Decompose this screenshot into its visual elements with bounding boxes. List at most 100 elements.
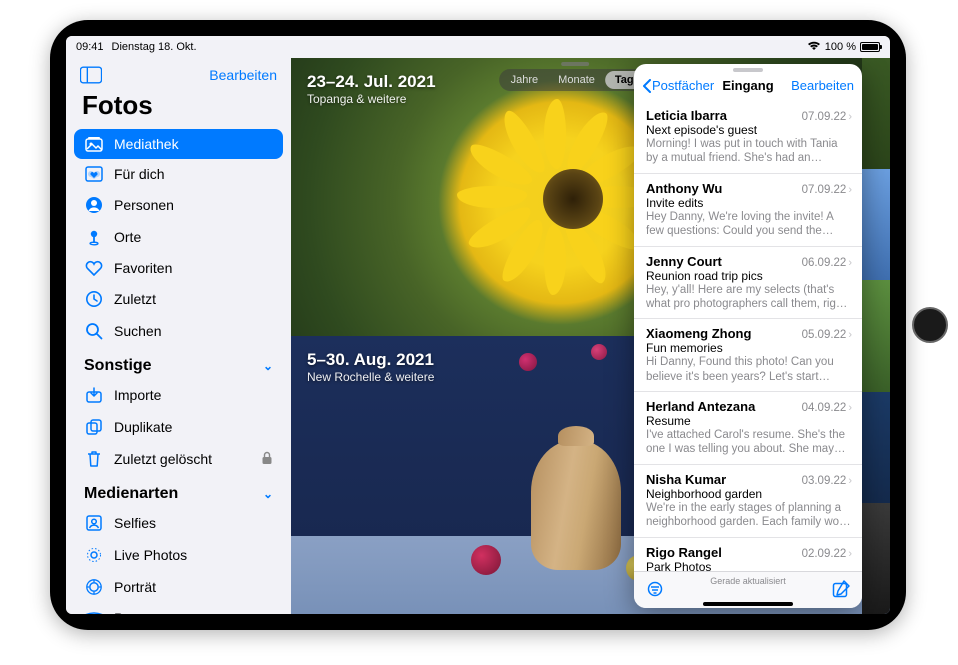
- mail-row[interactable]: Herland Antezana04.09.22›ResumeI've atta…: [634, 392, 862, 465]
- mail-slideover: Postfächer Eingang Bearbeiten Leticia Ib…: [634, 64, 862, 608]
- segment-years[interactable]: Jahre: [501, 71, 549, 89]
- photo-thumb[interactable]: [862, 169, 890, 280]
- library-icon: [84, 136, 104, 152]
- portrait-icon: [84, 578, 104, 596]
- status-date: Dienstag 18. Okt.: [112, 41, 197, 53]
- lock-icon: [261, 451, 273, 468]
- mail-row[interactable]: Jenny Court06.09.22›Reunion road trip pi…: [634, 247, 862, 320]
- home-button[interactable]: [912, 307, 948, 343]
- sidebar-item-favoriten[interactable]: Favoriten: [74, 253, 283, 283]
- photo-block-dates: 23–24. Jul. 2021: [307, 72, 436, 92]
- photo-thumb[interactable]: [862, 58, 890, 169]
- sidebar-item-label: Suchen: [114, 323, 161, 339]
- section-sonstige-label: Sonstige: [84, 357, 152, 375]
- duplicate-icon: [84, 418, 104, 436]
- foryou-icon: [84, 166, 104, 182]
- mail-row[interactable]: Anthony Wu07.09.22›Invite editsHey Danny…: [634, 174, 862, 247]
- mail-back-label: Postfächer: [652, 78, 714, 93]
- places-icon: [84, 228, 104, 246]
- sidebar-item-label: Für dich: [114, 166, 165, 182]
- sidebar-item-zuletzt[interactable]: Zuletzt: [74, 283, 283, 315]
- panorama-icon: [84, 612, 104, 614]
- sidebar-item-label: Porträt: [114, 579, 156, 595]
- sidebar-item-duplikate[interactable]: Duplikate: [74, 411, 283, 443]
- photo-block-dates: 5–30. Aug. 2021: [307, 350, 434, 370]
- section-medienarten[interactable]: Medienarten ⌄: [74, 475, 283, 507]
- sidebar-item-label: Personen: [114, 197, 174, 213]
- sidebar-edit-button[interactable]: Bearbeiten: [209, 67, 277, 83]
- mail-list[interactable]: Leticia Ibarra07.09.22›Next episode's gu…: [634, 101, 862, 571]
- mail-back-button[interactable]: Postfächer: [642, 78, 722, 93]
- sidebar-item-porträt[interactable]: Porträt: [74, 571, 283, 603]
- live-icon: [84, 546, 104, 564]
- mail-sender: Nisha Kumar: [646, 472, 796, 487]
- time-filter: Jahre Monate Tage: [499, 62, 652, 91]
- chevron-right-icon: ›: [846, 548, 852, 560]
- photo-strip: [862, 58, 890, 614]
- sidebar-item-panoramen[interactable]: Panoramen: [74, 603, 283, 614]
- chevron-right-icon: ›: [846, 257, 852, 269]
- mail-date: 03.09.22: [796, 475, 847, 487]
- sidebar-item-orte[interactable]: Orte: [74, 221, 283, 253]
- mail-subject: Fun memories: [646, 341, 852, 355]
- sidebar-item-label: Selfies: [114, 515, 156, 531]
- mail-date: 07.09.22: [796, 184, 847, 196]
- home-indicator[interactable]: [703, 602, 793, 606]
- sidebar-item-label: Zuletzt gelöscht: [114, 451, 212, 467]
- mail-subject: Neighborhood garden: [646, 487, 852, 501]
- photo-thumb[interactable]: [862, 392, 890, 503]
- sidebar-item-mediathek[interactable]: Mediathek: [74, 129, 283, 159]
- segment-months[interactable]: Monate: [548, 71, 605, 89]
- mail-subject: Invite edits: [646, 196, 852, 210]
- battery-percentage: 100 %: [825, 41, 856, 53]
- mail-row[interactable]: Leticia Ibarra07.09.22›Next episode's gu…: [634, 101, 862, 174]
- sidebar-item-label: Panoramen: [114, 610, 186, 614]
- chevron-right-icon: ›: [846, 111, 852, 123]
- mail-row[interactable]: Xiaomeng Zhong05.09.22›Fun memoriesHi Da…: [634, 319, 862, 392]
- mail-sender: Herland Antezana: [646, 399, 796, 414]
- photos-content: 23–24. Jul. 2021 Topanga & weitere 5–30.…: [291, 58, 890, 614]
- sidebar-title: Fotos: [74, 90, 283, 129]
- heart-icon: [84, 260, 104, 276]
- clock-icon: [84, 290, 104, 308]
- status-time: 09:41: [76, 41, 104, 53]
- section-sonstige[interactable]: Sonstige ⌄: [74, 347, 283, 379]
- mail-toolbar: Gerade aktualisiert: [634, 571, 862, 608]
- section-medienarten-label: Medienarten: [84, 485, 178, 503]
- mail-sender: Rigo Rangel: [646, 545, 796, 560]
- mail-subject: Resume: [646, 414, 852, 428]
- sidebar-item-importe[interactable]: Importe: [74, 379, 283, 411]
- sidebar-item-zuletzt-gelöscht[interactable]: Zuletzt gelöscht: [74, 443, 283, 475]
- mail-row[interactable]: Nisha Kumar03.09.22›Neighborhood gardenW…: [634, 465, 862, 538]
- wifi-icon: [807, 40, 821, 54]
- mail-sender: Xiaomeng Zhong: [646, 326, 796, 341]
- mail-sender: Jenny Court: [646, 254, 796, 269]
- mail-subject: Park Photos: [646, 560, 852, 572]
- mail-subject: Next episode's guest: [646, 123, 852, 137]
- mail-date: 07.09.22: [796, 111, 847, 123]
- mail-row[interactable]: Rigo Rangel02.09.22›Park Photos: [634, 538, 862, 572]
- chevron-right-icon: ›: [846, 402, 852, 414]
- sidebar-item-selfies[interactable]: Selfies: [74, 507, 283, 539]
- mail-preview: Hey Danny, We're loving the invite! A fe…: [646, 210, 852, 239]
- mail-date: 02.09.22: [796, 548, 847, 560]
- mail-date: 04.09.22: [796, 402, 847, 414]
- mail-sender: Leticia Ibarra: [646, 108, 796, 123]
- photo-thumb[interactable]: [862, 503, 890, 614]
- mail-preview: Hey, y'all! Here are my selects (that's …: [646, 283, 852, 312]
- sidebar-item-live-photos[interactable]: Live Photos: [74, 539, 283, 571]
- mail-edit-button[interactable]: Bearbeiten: [774, 78, 854, 93]
- sidebar-item-label: Orte: [114, 229, 141, 245]
- photo-thumb[interactable]: [862, 280, 890, 391]
- sidebar-item-label: Favoriten: [114, 260, 172, 276]
- sidebar-item-personen[interactable]: Personen: [74, 189, 283, 221]
- photos-sidebar: Bearbeiten Fotos Mediathek Für dich Person…: [66, 58, 291, 614]
- sidebar-item-für-dich[interactable]: Für dich: [74, 159, 283, 189]
- photo-block-location: New Rochelle & weitere: [307, 370, 434, 384]
- chevron-right-icon: ›: [846, 475, 852, 487]
- chevron-down-icon: ⌄: [263, 487, 273, 501]
- sidebar-item-suchen[interactable]: Suchen: [74, 315, 283, 347]
- slideover-handle-icon[interactable]: [561, 62, 589, 66]
- chevron-right-icon: ›: [846, 329, 852, 341]
- sidebar-toggle-icon[interactable]: [80, 66, 102, 84]
